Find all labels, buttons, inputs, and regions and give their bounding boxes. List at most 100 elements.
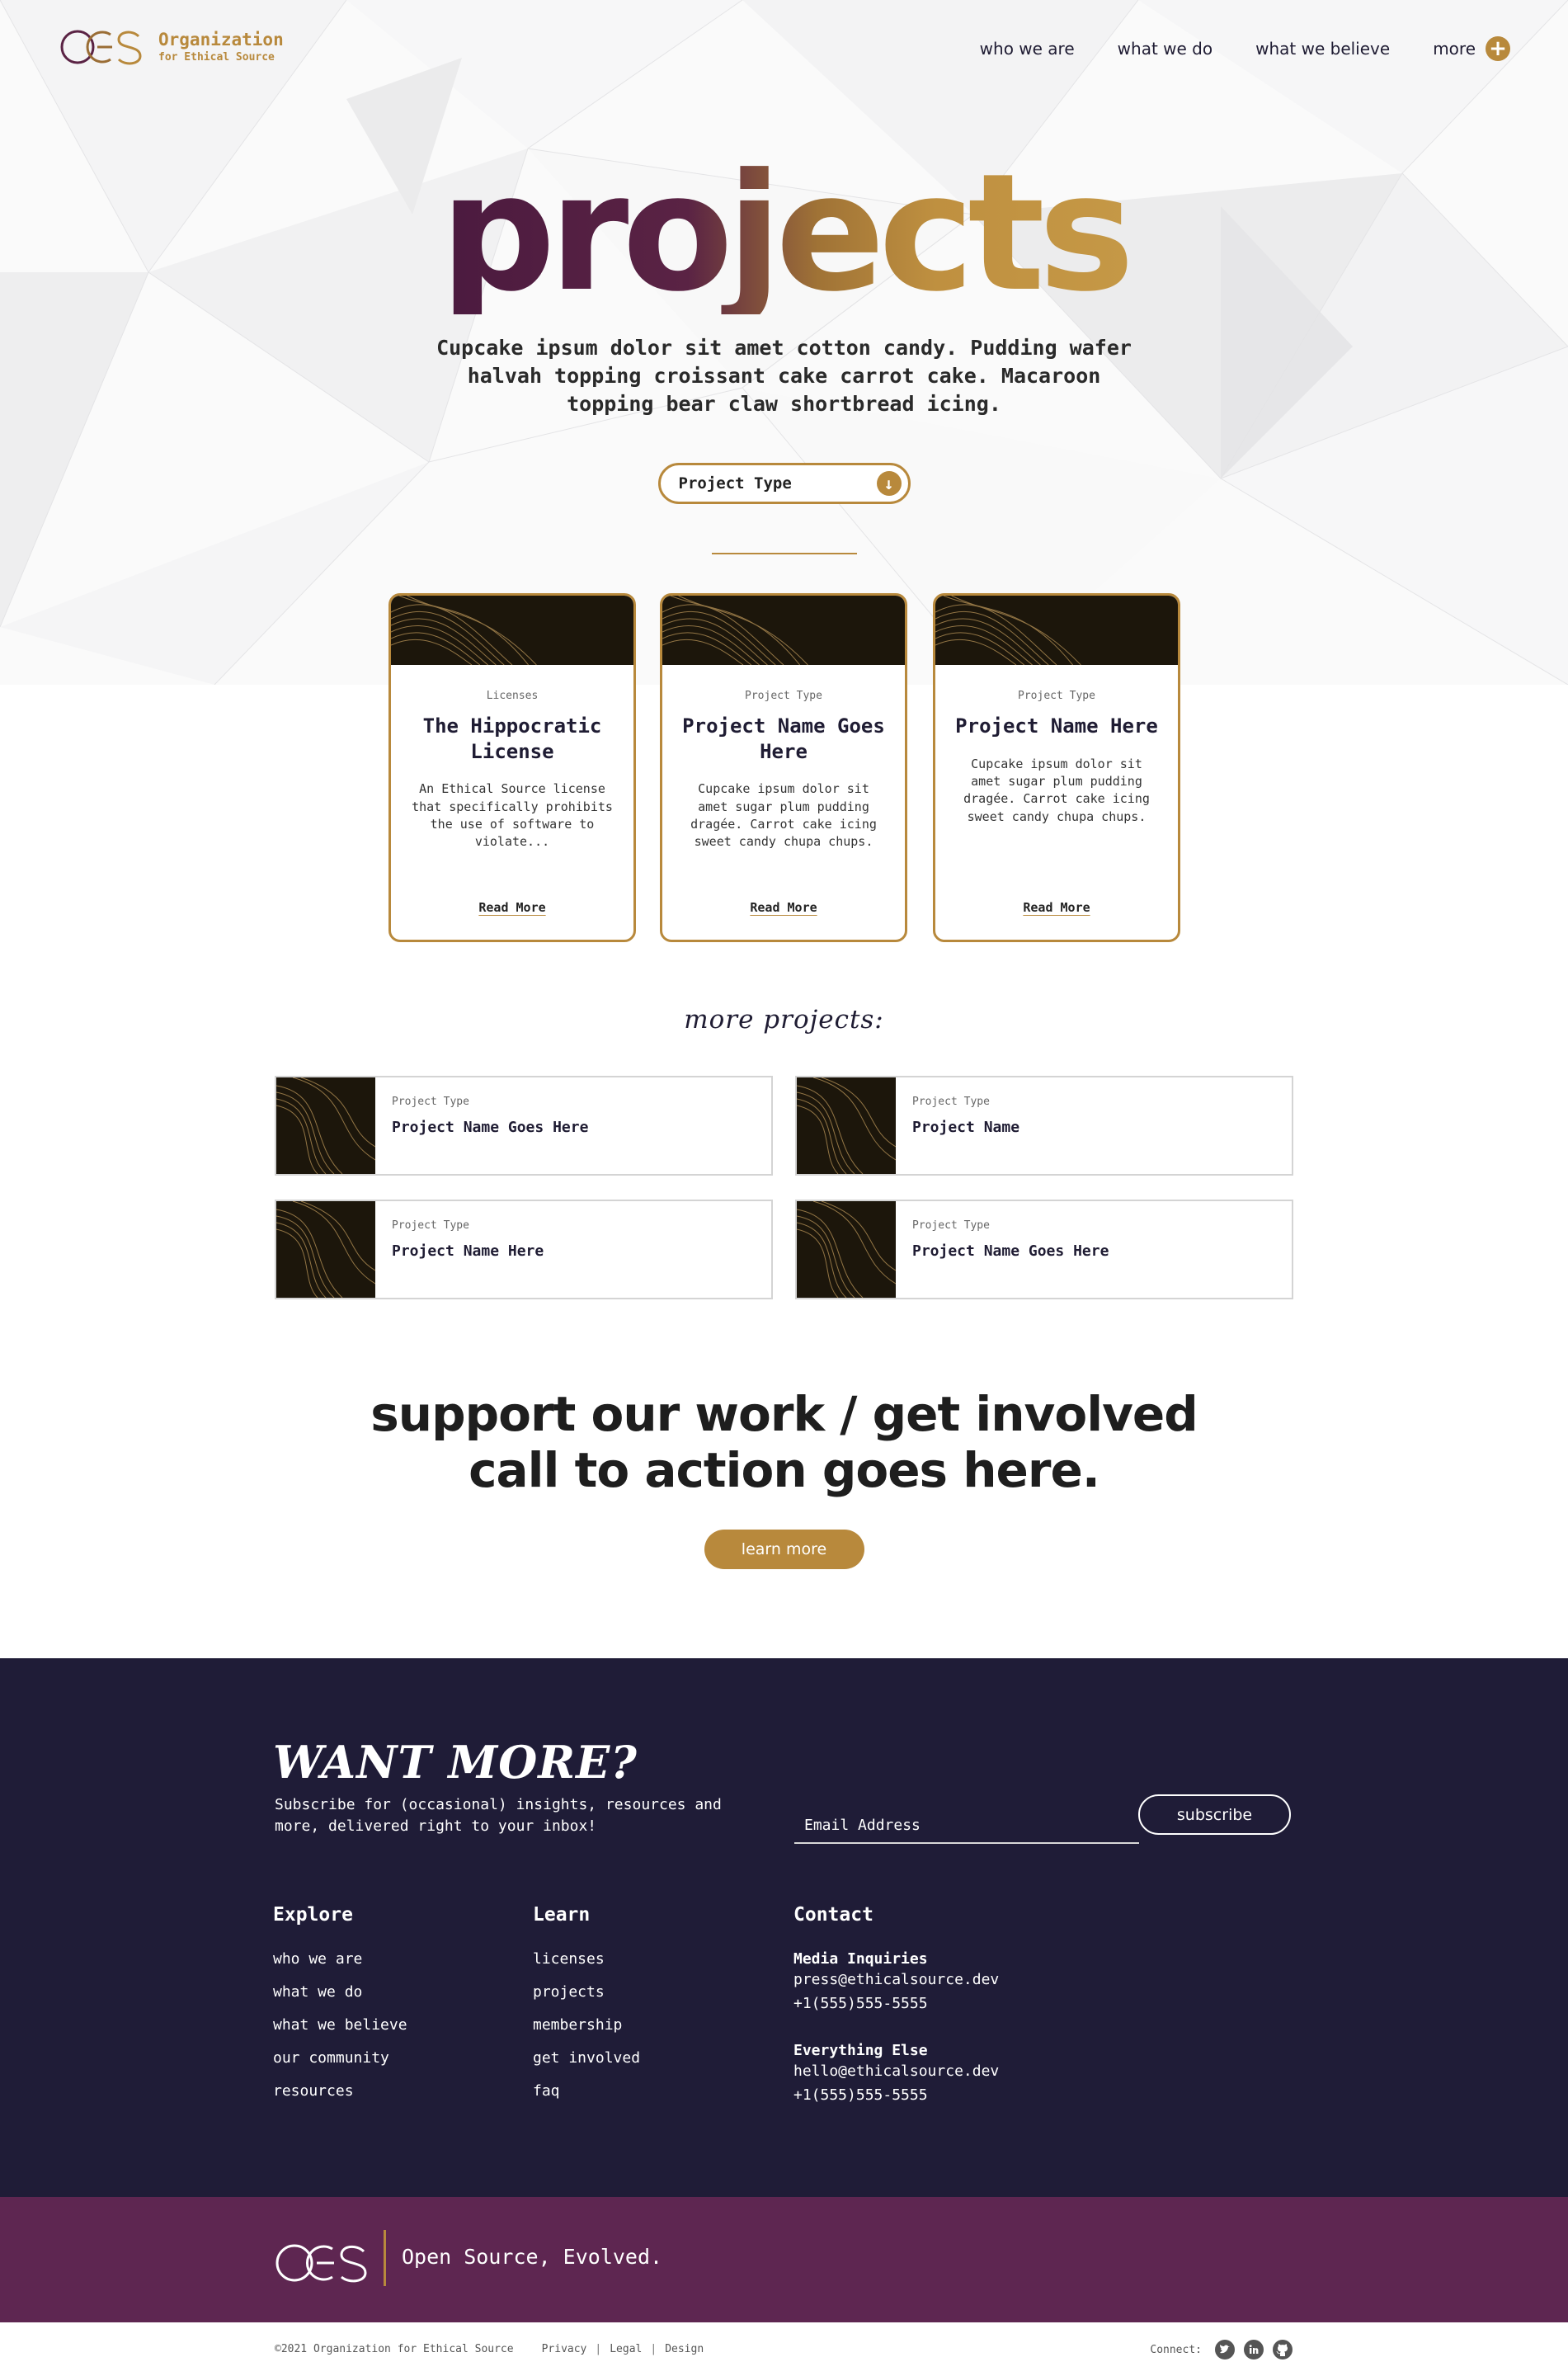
site-footer: WANT MORE? Subscribe for (occasional) in… xyxy=(0,1658,1568,2197)
footer-link-projects[interactable]: projects xyxy=(533,1983,640,2016)
card-title: Project Name Here xyxy=(955,714,1158,738)
cta-line-1: support our work / get involved xyxy=(370,1386,1198,1442)
plus-circle-icon: + xyxy=(1486,36,1510,61)
logo-line-2: for Ethical Source xyxy=(158,50,275,64)
social-links: Connect: xyxy=(1150,2339,1293,2360)
footer-link-what-we-do[interactable]: what we do xyxy=(273,1983,407,2016)
tagline: Open Source, Evolved. xyxy=(402,2245,663,2269)
email-field[interactable] xyxy=(794,1803,1139,1844)
oes-logo-icon[interactable] xyxy=(275,2238,367,2288)
legal-separator: | xyxy=(595,2343,602,2355)
card-description: Cupcake ipsum dolor sit amet sugar plum … xyxy=(690,781,877,850)
general-phone[interactable]: +1(555)555-5555 xyxy=(793,2083,999,2107)
card-category: Licenses xyxy=(486,690,539,702)
card-thumbnail xyxy=(391,596,633,665)
card-category: Project Type xyxy=(1018,690,1095,702)
footer-contact-column: Contact Media Inquiries press@ethicalsou… xyxy=(793,1904,999,2107)
cta-heading: support our work / get involved call to … xyxy=(0,1386,1568,1499)
privacy-link[interactable]: Privacy xyxy=(542,2343,587,2355)
everything-else-label: Everything Else xyxy=(793,2042,928,2059)
arrow-down-circle-icon: ↓ xyxy=(876,471,902,496)
card-thumbnail xyxy=(935,596,1178,665)
project-card[interactable]: Project Type Project Name Here Cupcake i… xyxy=(933,593,1180,942)
project-type-filter[interactable]: Project Type ↓ xyxy=(657,463,911,504)
more-project-item[interactable]: Project Type Project Name Goes Here xyxy=(795,1200,1293,1299)
nav-more-label: more xyxy=(1433,39,1476,59)
more-project-item[interactable]: Project Type Project Name Here xyxy=(275,1200,773,1299)
card-description: Cupcake ipsum dolor sit amet sugar plum … xyxy=(963,756,1150,824)
nav-who-we-are[interactable]: who we are xyxy=(980,39,1075,59)
want-more-heading: WANT MORE? xyxy=(273,1736,638,1789)
mini-title: Project Name xyxy=(912,1119,1020,1136)
learn-more-button[interactable]: learn more xyxy=(704,1529,864,1569)
footer-link-get-involved[interactable]: get involved xyxy=(533,2049,640,2082)
page-title: projects xyxy=(440,139,1134,328)
band-divider xyxy=(384,2230,386,2286)
legal-separator: | xyxy=(650,2343,657,2355)
card-description: An Ethical Source license that specifica… xyxy=(412,781,613,850)
footer-link-faq[interactable]: faq xyxy=(533,2082,640,2115)
footer-learn-column: Learn licenses projects membership get i… xyxy=(533,1904,640,2115)
project-card[interactable]: Licenses The Hippocratic License An Ethi… xyxy=(388,593,636,942)
nav-what-we-do[interactable]: what we do xyxy=(1118,39,1212,59)
card-title: The Hippocratic License xyxy=(422,714,602,763)
mini-category: Project Type xyxy=(912,1096,990,1108)
bottom-bar: ©2021 Organization for Ethical Source Pr… xyxy=(0,2322,1568,2376)
mini-title: Project Name Goes Here xyxy=(912,1242,1109,1260)
contact-heading: Contact xyxy=(793,1904,873,1926)
hero-section: projects Cupcake ipsum dolor sit amet co… xyxy=(0,153,1568,554)
hero-description: Cupcake ipsum dolor sit amet cotton cand… xyxy=(436,336,1132,416)
hero-divider xyxy=(711,553,857,554)
media-phone[interactable]: +1(555)555-5555 xyxy=(793,1992,999,2015)
media-inquiries-label: Media Inquiries xyxy=(793,1950,928,1968)
nav-more[interactable]: more + xyxy=(1433,36,1510,61)
legal-link[interactable]: Legal xyxy=(610,2343,642,2355)
mini-thumbnail xyxy=(276,1201,375,1298)
footer-explore-column: Explore who we are what we do what we be… xyxy=(273,1904,407,2115)
footer-link-who-we-are[interactable]: who we are xyxy=(273,1950,407,1983)
more-project-item[interactable]: Project Type Project Name xyxy=(795,1076,1293,1176)
github-icon[interactable] xyxy=(1272,2339,1293,2360)
subscribe-button[interactable]: subscribe xyxy=(1138,1794,1291,1835)
read-more-link[interactable]: Read More xyxy=(391,900,633,915)
site-header: Organization for Ethical Source who we a… xyxy=(0,0,1568,99)
card-thumbnail xyxy=(662,596,905,665)
design-link[interactable]: Design xyxy=(665,2343,704,2355)
card-title: Project Name Goes Here xyxy=(682,714,885,763)
copyright: ©2021 Organization for Ethical Source xyxy=(275,2343,514,2355)
media-email[interactable]: press@ethicalsource.dev xyxy=(793,1968,999,1992)
subscribe-description: Subscribe for (occasional) insights, res… xyxy=(275,1796,722,1835)
more-project-item[interactable]: Project Type Project Name Goes Here xyxy=(275,1076,773,1176)
mini-category: Project Type xyxy=(912,1219,990,1232)
read-more-link[interactable]: Read More xyxy=(935,900,1178,915)
brand-band: Open Source, Evolved. xyxy=(0,2197,1568,2322)
footer-link-resources[interactable]: resources xyxy=(273,2082,407,2115)
legal-row: ©2021 Organization for Ethical Source Pr… xyxy=(275,2343,704,2355)
card-category: Project Type xyxy=(745,690,822,702)
connect-label: Connect: xyxy=(1150,2343,1202,2356)
mini-category: Project Type xyxy=(392,1096,469,1108)
oes-logo-icon xyxy=(60,30,142,65)
footer-link-our-community[interactable]: our community xyxy=(273,2049,407,2082)
more-projects-heading-text: more projects: xyxy=(684,1005,884,1035)
filter-label: Project Type xyxy=(678,474,792,493)
cta-section: support our work / get involved call to … xyxy=(0,1386,1568,1569)
cta-line-2: call to action goes here. xyxy=(469,1442,1100,1499)
nav-what-we-believe[interactable]: what we believe xyxy=(1255,39,1390,59)
explore-heading: Explore xyxy=(273,1904,353,1926)
read-more-link[interactable]: Read More xyxy=(662,900,905,915)
general-email[interactable]: hello@ethicalsource.dev xyxy=(793,2059,999,2083)
footer-link-licenses[interactable]: licenses xyxy=(533,1950,640,1983)
footer-link-membership[interactable]: membership xyxy=(533,2016,640,2049)
mini-thumbnail xyxy=(276,1077,375,1174)
twitter-icon[interactable] xyxy=(1214,2339,1236,2360)
logo-wordmark: Organization for Ethical Source xyxy=(158,30,284,64)
mini-thumbnail xyxy=(797,1201,896,1298)
site-logo[interactable]: Organization for Ethical Source xyxy=(59,25,284,69)
footer-link-what-we-believe[interactable]: what we believe xyxy=(273,2016,407,2049)
project-card[interactable]: Project Type Project Name Goes Here Cupc… xyxy=(660,593,907,942)
mini-title: Project Name Here xyxy=(392,1242,544,1260)
main-nav: who we are what we do what we believe mo… xyxy=(980,36,1510,61)
mini-thumbnail xyxy=(797,1077,896,1174)
linkedin-icon[interactable] xyxy=(1243,2339,1264,2360)
